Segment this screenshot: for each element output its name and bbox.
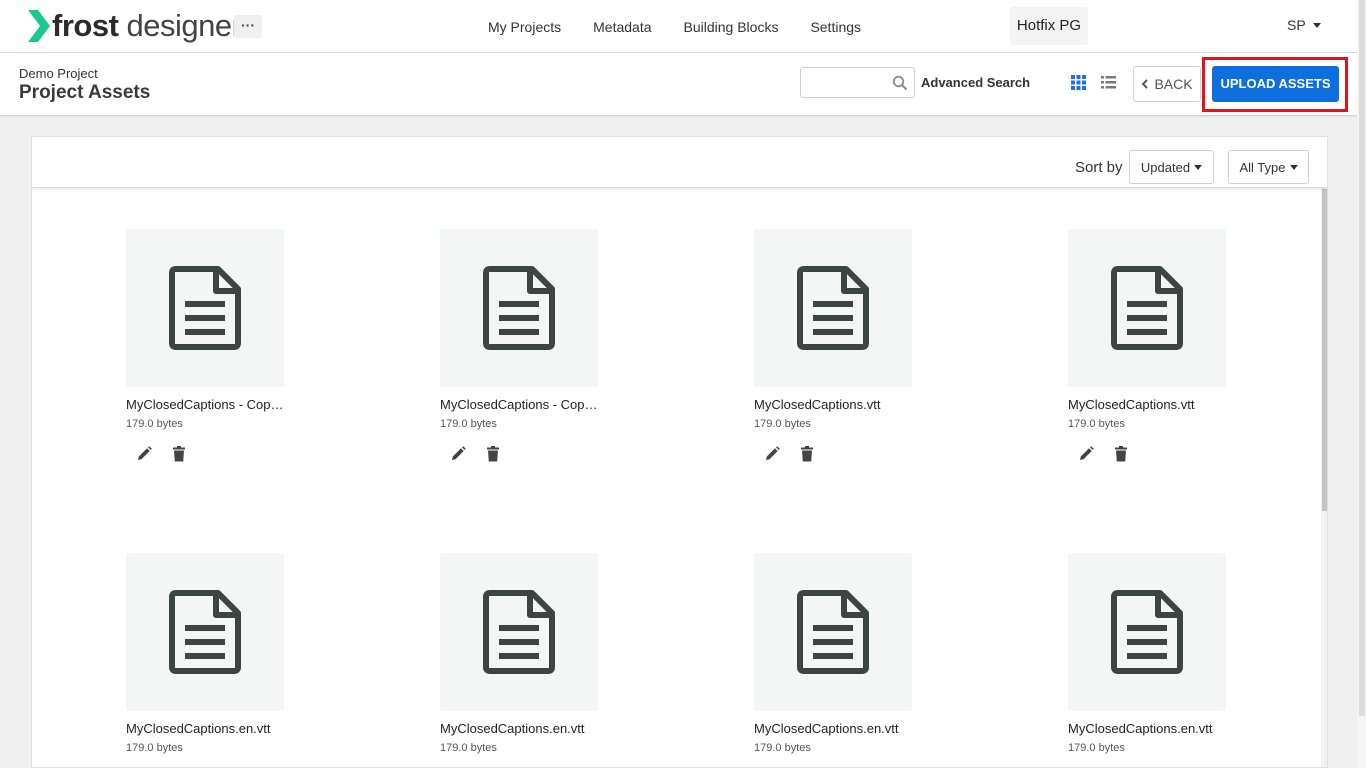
page-title: Project Assets xyxy=(19,82,151,103)
asset-grid: MyClosedCaptions - Copy... 179.0 bytes MyC… xyxy=(32,137,1321,767)
nav-my-projects[interactable]: My Projects xyxy=(472,19,577,35)
asset-thumbnail[interactable] xyxy=(126,553,284,711)
asset-size: 179.0 bytes xyxy=(126,418,183,430)
asset-name: MyClosedCaptions.en.vtt xyxy=(126,721,271,736)
asset-card[interactable]: MyClosedCaptions.vtt 179.0 bytes xyxy=(754,229,934,479)
document-icon xyxy=(797,266,869,350)
asset-size: 179.0 bytes xyxy=(1068,742,1125,754)
asset-size: 179.0 bytes xyxy=(440,742,497,754)
scrollbar-thumb[interactable] xyxy=(1322,189,1327,511)
breadcrumb[interactable]: Demo Project xyxy=(19,66,98,81)
page-header: Demo Project Project Assets Advanced Sea… xyxy=(0,53,1366,116)
asset-card[interactable]: MyClosedCaptions.en.vtt 179.0 bytes xyxy=(440,553,620,767)
upload-assets-button[interactable]: UPLOAD ASSETS xyxy=(1212,66,1339,102)
document-icon xyxy=(1111,266,1183,350)
back-label: BACK xyxy=(1154,76,1193,92)
caret-down-icon xyxy=(1194,164,1203,170)
logo-text-regular: designer xyxy=(118,8,242,43)
document-icon xyxy=(169,266,241,350)
asset-size: 179.0 bytes xyxy=(440,418,497,430)
more-menu-button[interactable]: ··· xyxy=(234,15,262,38)
trash-icon[interactable] xyxy=(801,446,813,462)
asset-name: MyClosedCaptions - Copy... xyxy=(126,397,286,412)
assets-panel: Sort by Updated All Type MyClosedCaption… xyxy=(31,136,1328,768)
asset-name: MyClosedCaptions.vtt xyxy=(754,397,881,412)
trash-icon[interactable] xyxy=(1115,446,1127,462)
nav-building-blocks[interactable]: Building Blocks xyxy=(668,19,795,35)
main-nav: My Projects Metadata Building Blocks Set… xyxy=(472,0,877,53)
document-icon xyxy=(483,590,555,674)
search-input[interactable] xyxy=(807,68,895,97)
trash-icon[interactable] xyxy=(173,446,185,462)
back-button[interactable]: BACK xyxy=(1133,66,1201,102)
asset-thumbnail[interactable] xyxy=(754,553,912,711)
edit-icon[interactable] xyxy=(1078,446,1094,462)
asset-name: MyClosedCaptions.en.vtt xyxy=(1068,721,1213,736)
user-menu[interactable]: SP xyxy=(1287,17,1321,33)
edit-icon[interactable] xyxy=(450,446,466,462)
asset-size: 179.0 bytes xyxy=(126,742,183,754)
top-nav: frost designer ··· My Projects Metadata … xyxy=(0,0,1366,53)
user-initials: SP xyxy=(1287,17,1306,33)
chevron-left-icon xyxy=(1142,79,1149,89)
document-icon xyxy=(169,590,241,674)
asset-name: MyClosedCaptions.en.vtt xyxy=(754,721,899,736)
asset-name: MyClosedCaptions - Copy... xyxy=(440,397,600,412)
edit-icon[interactable] xyxy=(136,446,152,462)
edit-icon[interactable] xyxy=(764,446,780,462)
logo-chevron-icon xyxy=(28,10,50,42)
type-value: All Type xyxy=(1239,159,1286,175)
page-scrollbar-thumb[interactable] xyxy=(1359,0,1365,716)
sort-label: Sort by xyxy=(1075,159,1123,176)
asset-name: MyClosedCaptions.vtt xyxy=(1068,397,1195,412)
logo-text-bold: frost xyxy=(52,8,119,43)
asset-card[interactable]: MyClosedCaptions.en.vtt 179.0 bytes xyxy=(754,553,934,767)
asset-card[interactable]: MyClosedCaptions.en.vtt 179.0 bytes xyxy=(1068,553,1248,767)
project-switcher[interactable]: Hotfix PG xyxy=(1010,7,1088,45)
grid-view-icon[interactable] xyxy=(1071,75,1086,90)
asset-thumbnail[interactable] xyxy=(1068,229,1226,387)
advanced-search-link[interactable]: Advanced Search xyxy=(921,75,1030,90)
logo[interactable]: frost designer xyxy=(26,8,242,44)
document-icon xyxy=(797,590,869,674)
document-icon xyxy=(483,266,555,350)
asset-size: 179.0 bytes xyxy=(754,418,811,430)
document-icon xyxy=(1111,590,1183,674)
asset-thumbnail[interactable] xyxy=(440,553,598,711)
asset-thumbnail[interactable] xyxy=(1068,553,1226,711)
asset-size: 179.0 bytes xyxy=(1068,418,1125,430)
caret-down-icon xyxy=(1289,164,1298,170)
sort-dropdown[interactable]: Updated xyxy=(1129,150,1214,184)
trash-icon[interactable] xyxy=(487,446,499,462)
asset-card[interactable]: MyClosedCaptions - Copy... 179.0 bytes xyxy=(126,229,306,479)
assets-toolbar: Sort by Updated All Type xyxy=(32,137,1327,188)
asset-name: MyClosedCaptions.en.vtt xyxy=(440,721,585,736)
sort-value: Updated xyxy=(1140,159,1191,175)
asset-size: 179.0 bytes xyxy=(754,742,811,754)
type-filter-dropdown[interactable]: All Type xyxy=(1228,150,1309,184)
asset-card[interactable]: MyClosedCaptions - Copy... 179.0 bytes xyxy=(440,229,620,479)
list-view-icon[interactable] xyxy=(1101,75,1116,90)
asset-thumbnail[interactable] xyxy=(440,229,598,387)
caret-down-icon xyxy=(1312,22,1321,28)
nav-settings[interactable]: Settings xyxy=(794,19,877,35)
search-icon[interactable] xyxy=(892,75,908,91)
nav-metadata[interactable]: Metadata xyxy=(577,19,667,35)
asset-card[interactable]: MyClosedCaptions.vtt 179.0 bytes xyxy=(1068,229,1248,479)
search-box xyxy=(800,67,915,98)
asset-thumbnail[interactable] xyxy=(126,229,284,387)
asset-card[interactable]: MyClosedCaptions.en.vtt 179.0 bytes xyxy=(126,553,306,767)
asset-thumbnail[interactable] xyxy=(754,229,912,387)
